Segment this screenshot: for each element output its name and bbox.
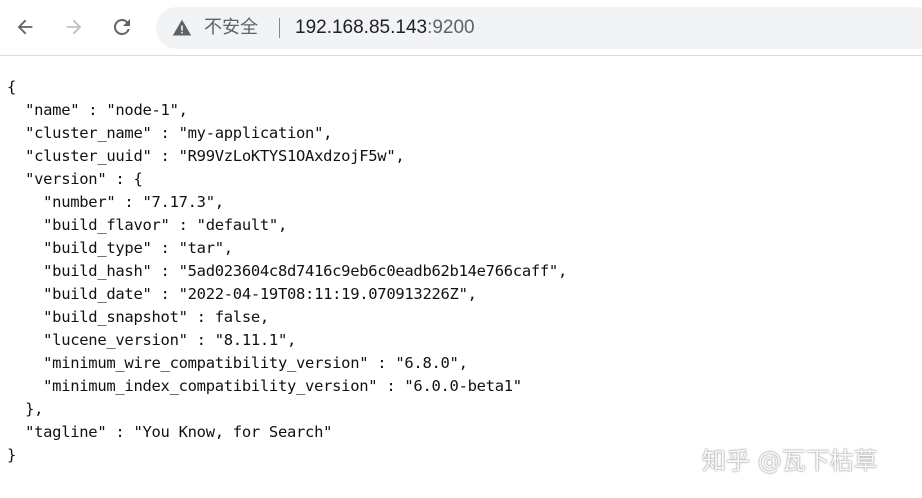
- warning-triangle-icon[interactable]: [172, 18, 192, 38]
- reload-icon: [114, 19, 130, 35]
- forward-button[interactable]: [59, 12, 89, 42]
- address-bar[interactable]: 不安全 192.168.85.143:9200: [156, 7, 922, 49]
- url-text[interactable]: 192.168.85.143:9200: [295, 16, 475, 40]
- json-line: "tagline" : "You Know, for Search": [7, 423, 333, 441]
- json-line: },: [7, 400, 44, 418]
- json-line: "build_flavor" : "default",: [7, 216, 287, 234]
- browser-toolbar: 不安全 192.168.85.143:9200: [0, 0, 922, 56]
- json-line: "build_snapshot" : false,: [7, 308, 269, 326]
- arrow-left-icon: [17, 19, 33, 35]
- reload-button[interactable]: [107, 12, 137, 42]
- security-status-label[interactable]: 不安全: [204, 16, 258, 40]
- watermark: 知乎 @瓦下枯草: [702, 447, 878, 475]
- json-line: "minimum_wire_compatibility_version" : "…: [7, 354, 468, 372]
- arrow-right-icon: [66, 19, 82, 35]
- json-line: }: [7, 446, 17, 464]
- json-line: "name" : "node-1",: [7, 101, 188, 119]
- json-line: "lucene_version" : "8.11.1",: [7, 331, 297, 349]
- json-line: "version" : {: [7, 170, 143, 188]
- json-line: "number" : "7.17.3",: [7, 193, 224, 211]
- json-line: {: [7, 78, 17, 96]
- json-line: "build_hash" : "5ad023604c8d7416c9eb6c0e…: [7, 262, 567, 280]
- json-line: "minimum_index_compatibility_version" : …: [7, 377, 522, 395]
- json-line: "build_date" : "2022-04-19T08:11:19.0709…: [7, 285, 477, 303]
- url-host: 192.168.85.143: [295, 17, 428, 38]
- json-line: "build_type" : "tar",: [7, 239, 233, 257]
- url-port: :9200: [427, 17, 475, 38]
- back-button[interactable]: [10, 12, 40, 42]
- json-response-body: { "name" : "node-1", "cluster_name" : "m…: [7, 76, 567, 467]
- json-line: "cluster_uuid" : "R99VzLoKTYS1OAxdzojF5w…: [7, 147, 405, 165]
- omnibox-separator: [279, 18, 280, 38]
- json-line: "cluster_name" : "my-application",: [7, 124, 333, 142]
